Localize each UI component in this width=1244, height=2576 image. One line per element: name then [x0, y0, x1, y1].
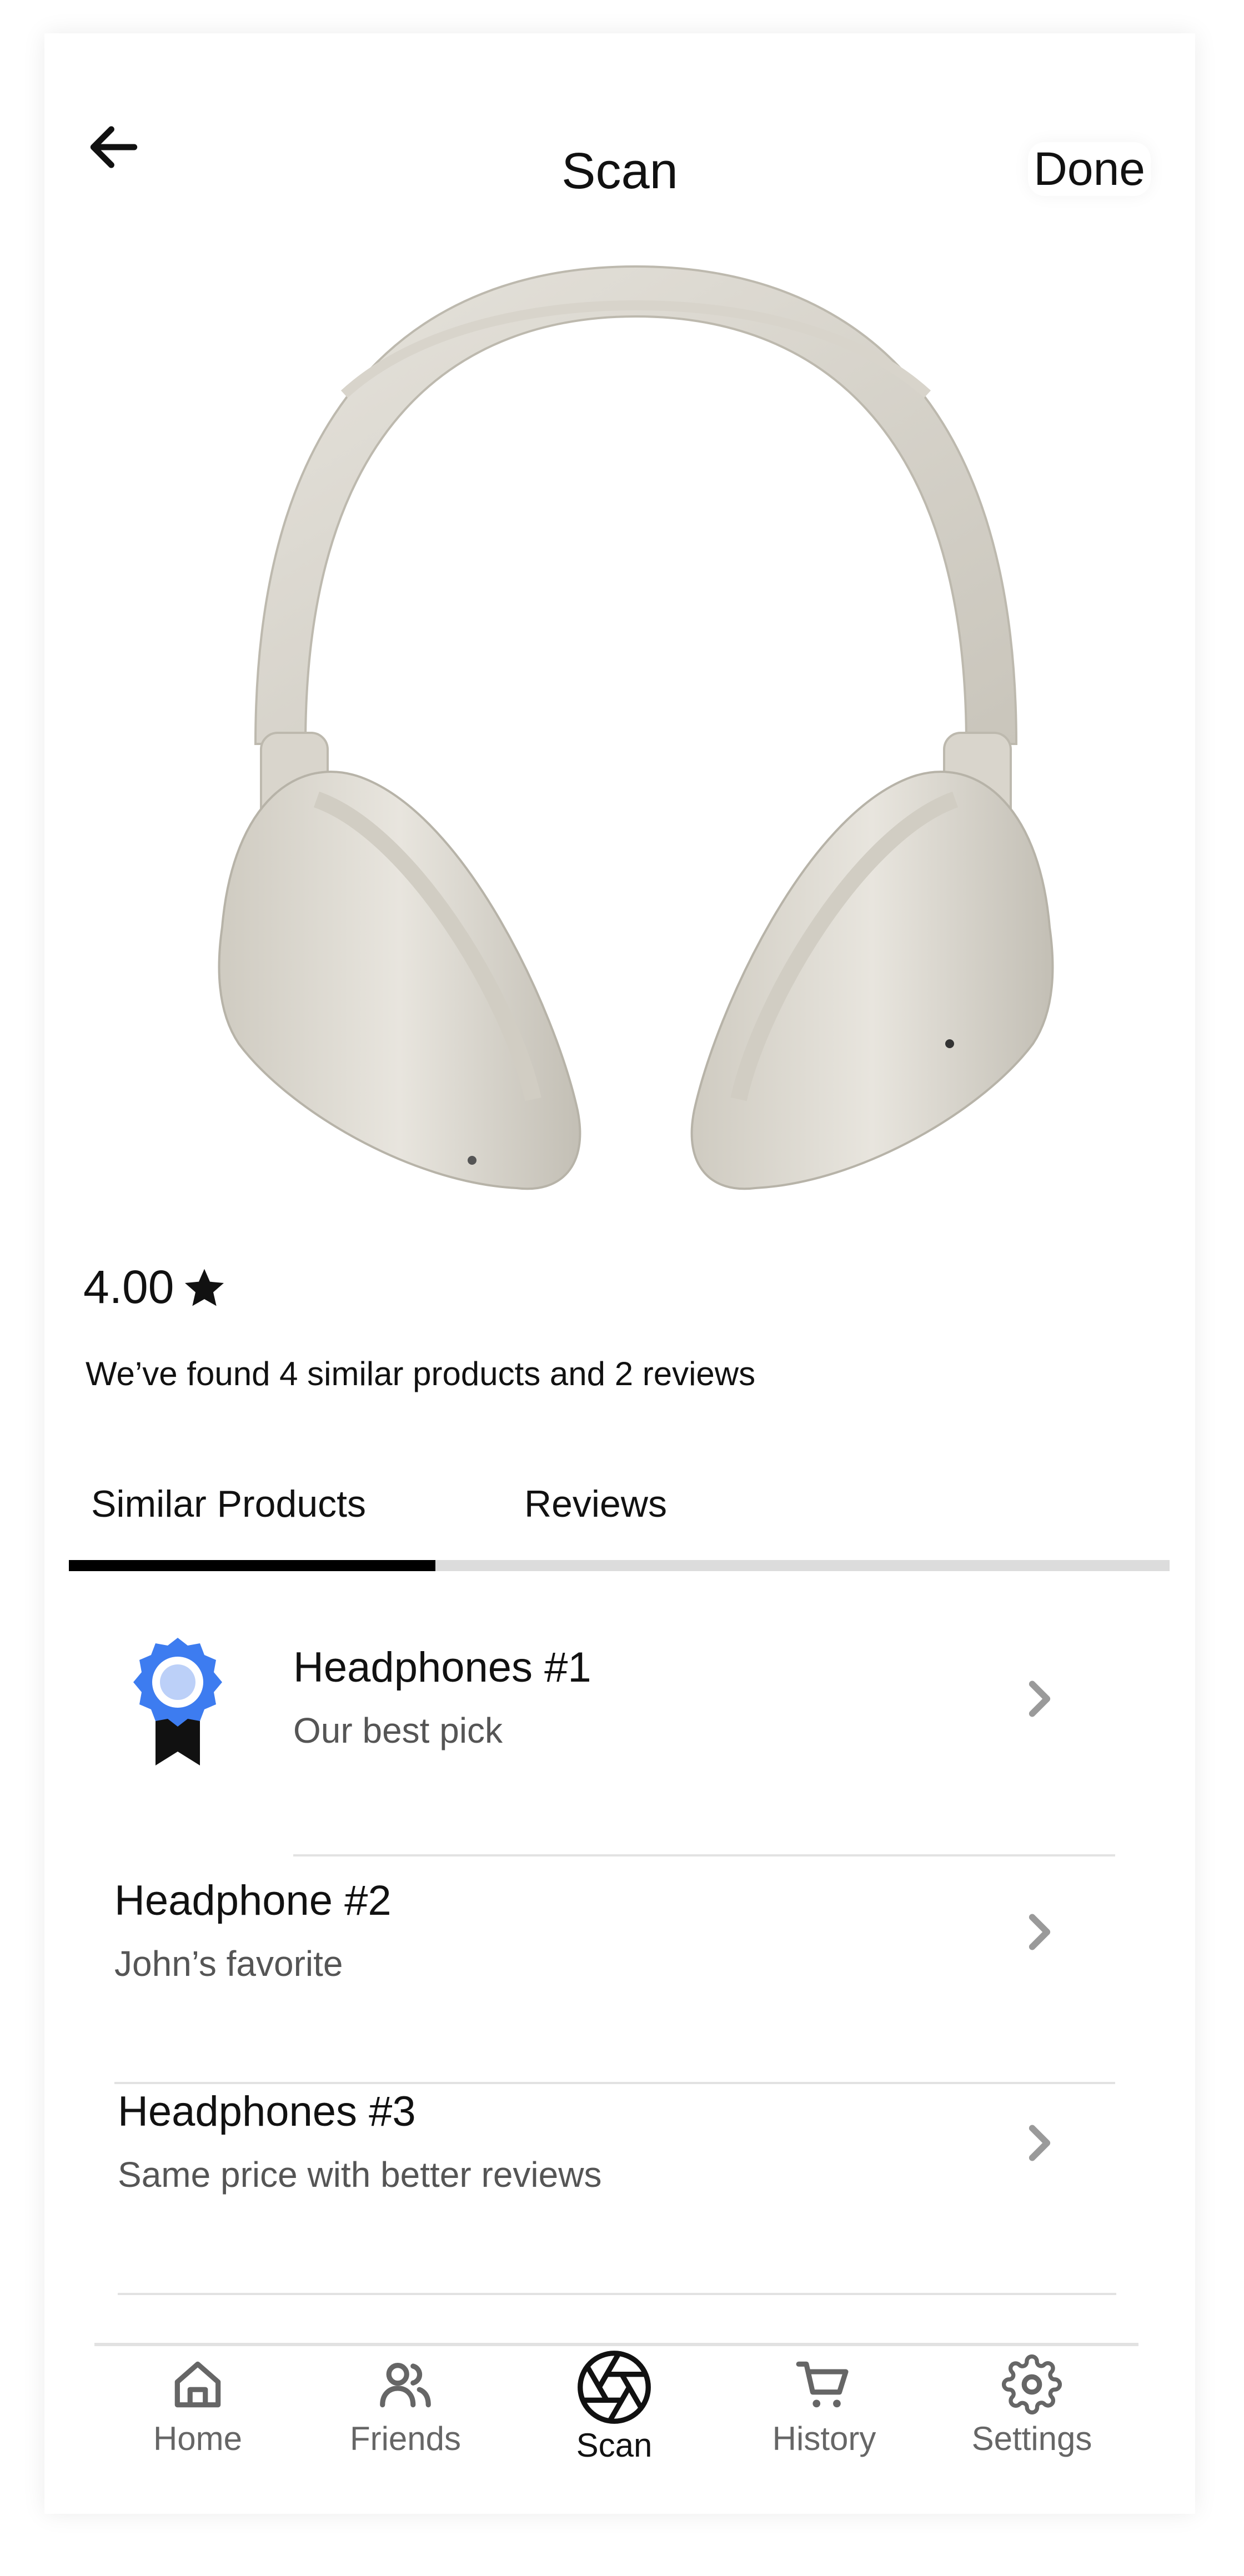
page-title: Scan [561, 143, 678, 199]
nav-label: Home [153, 2420, 243, 2457]
list-item-subtitle: Same price with better reviews [118, 2155, 602, 2195]
chevron-right-icon [1029, 2125, 1051, 2161]
nav-label: Friends [349, 2420, 462, 2457]
nav-label: Scan [576, 2427, 653, 2464]
nav-label: Settings [971, 2420, 1092, 2457]
nav-home[interactable]: Home [126, 2354, 270, 2498]
nav-label: History [772, 2420, 876, 2457]
friends-icon [380, 2363, 431, 2408]
tab-reviews[interactable]: Reviews [524, 1482, 667, 1526]
tab-active-indicator [69, 1560, 435, 1571]
list-item-subtitle: Our best pick [293, 1710, 503, 1750]
rating-value: 4.00 [83, 1261, 174, 1313]
rating: 4.00 [83, 1260, 227, 1314]
tabs: Similar Products Reviews [69, 1460, 1170, 1593]
list-item[interactable]: Headphones #1 Our best pick [44, 1616, 1195, 1856]
list-item-subtitle: John’s favorite [114, 1944, 343, 1984]
list-item-title: Headphones #3 [118, 2088, 416, 2135]
divider [293, 1854, 1115, 1856]
chevron-right-icon [1029, 1914, 1051, 1950]
app-screen: Scan Done 4.00 We’ve found 4 similar pro… [44, 33, 1195, 2514]
bottom-nav-divider [94, 2343, 1138, 2346]
nav-scan[interactable]: Scan [542, 2348, 686, 2493]
home-icon [174, 2361, 221, 2408]
award-ribbon-icon [133, 1638, 222, 1765]
divider [118, 2293, 1116, 2295]
nav-friends[interactable]: Friends [333, 2354, 478, 2498]
cart-icon [796, 2361, 849, 2408]
results-summary: We’ve found 4 similar products and 2 rev… [86, 1355, 756, 1392]
chevron-right-icon [1029, 1681, 1051, 1717]
divider [114, 2082, 1115, 2084]
list-item[interactable]: Headphones #3 Same price with better rev… [44, 2087, 1195, 2298]
list-item-title: Headphone #2 [114, 1877, 392, 1924]
nav-settings[interactable]: Settings [960, 2354, 1104, 2498]
camera-aperture-icon [578, 2351, 651, 2424]
header: Scan Done [44, 33, 1195, 199]
headphones-image [218, 265, 1054, 1190]
gear-icon [1001, 2354, 1062, 2415]
tab-similar-products[interactable]: Similar Products [91, 1482, 366, 1526]
nav-history[interactable]: History [752, 2354, 896, 2498]
list-item[interactable]: Headphone #2 John’s favorite [44, 1860, 1195, 2084]
done-button[interactable]: Done [1028, 142, 1151, 196]
star-icon [184, 1269, 224, 1306]
list-item-title: Headphones #1 [293, 1644, 591, 1691]
